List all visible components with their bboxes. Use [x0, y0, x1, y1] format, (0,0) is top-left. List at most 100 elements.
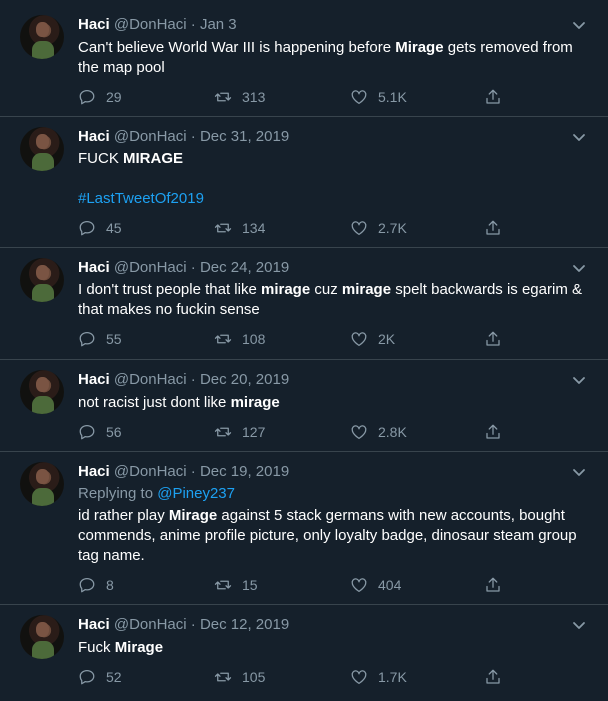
like-count: 1.7K — [378, 669, 407, 685]
tweet[interactable]: Haci @DonHaci · Jan 3 Can't believe Worl… — [0, 0, 608, 117]
like-button[interactable]: 5.1K — [350, 86, 407, 108]
chevron-down-icon[interactable] — [572, 373, 586, 387]
reply-icon — [79, 220, 95, 236]
avatar[interactable] — [20, 370, 64, 414]
reply-button[interactable]: 8 — [78, 574, 114, 596]
author-name[interactable]: Haci — [78, 259, 110, 276]
share-button[interactable] — [484, 421, 502, 443]
reply-count: 8 — [106, 577, 114, 593]
tweet[interactable]: Haci @DonHaci · Dec 31, 2019 FUCK MIRAGE… — [0, 117, 608, 248]
share-button[interactable] — [484, 86, 502, 108]
like-count: 404 — [378, 577, 402, 593]
avatar[interactable] — [20, 615, 64, 659]
tweet-feed: Haci @DonHaci · Jan 3 Can't believe Worl… — [0, 0, 608, 701]
avatar[interactable] — [20, 258, 64, 302]
retweet-count: 15 — [242, 577, 258, 593]
tweet-text: id rather play Mirage against 5 stack ge… — [78, 507, 577, 564]
like-button[interactable]: 2K — [350, 328, 395, 350]
like-count: 2K — [378, 331, 396, 347]
chevron-down-icon[interactable] — [572, 618, 586, 632]
author-name[interactable]: Haci — [78, 616, 110, 633]
chevron-down-icon[interactable] — [572, 18, 586, 32]
replying-to: Replying to @Piney237 — [78, 485, 235, 502]
like-button[interactable]: 1.7K — [350, 666, 407, 688]
author-handle-date[interactable]: @DonHaci · Dec 20, 2019 — [114, 371, 289, 388]
share-button[interactable] — [484, 666, 502, 688]
like-icon — [351, 332, 367, 347]
avatar[interactable] — [20, 15, 64, 59]
reply-count: 52 — [106, 669, 122, 685]
retweet-icon — [214, 92, 232, 102]
tweet[interactable]: Haci @DonHaci · Dec 19, 2019 Replying to… — [0, 452, 608, 605]
like-icon — [351, 425, 367, 440]
hashtag-link[interactable]: #LastTweetOf2019 — [78, 189, 204, 209]
like-button[interactable]: 2.8K — [350, 421, 407, 443]
share-button[interactable] — [484, 328, 502, 350]
like-icon — [351, 670, 367, 685]
author-handle-date[interactable]: @DonHaci · Dec 31, 2019 — [114, 128, 289, 145]
retweet-button[interactable]: 127 — [214, 421, 265, 443]
reply-button[interactable]: 45 — [78, 217, 122, 239]
tweet-actions: 56 127 2.8K — [78, 421, 508, 443]
share-icon — [486, 220, 500, 235]
author-name[interactable]: Haci — [78, 128, 110, 145]
tweet-text: I don't trust people that like mirage cu… — [78, 281, 582, 318]
share-icon — [486, 577, 500, 592]
tweet[interactable]: Haci @DonHaci · Dec 20, 2019 not racist … — [0, 360, 608, 452]
retweet-button[interactable]: 105 — [214, 666, 265, 688]
retweet-count: 127 — [242, 424, 266, 440]
retweet-count: 108 — [242, 331, 266, 347]
chevron-down-icon[interactable] — [572, 465, 586, 479]
reply-icon — [79, 331, 95, 347]
retweet-button[interactable]: 15 — [214, 574, 258, 596]
retweet-icon — [214, 580, 232, 590]
share-button[interactable] — [484, 217, 502, 239]
author-name[interactable]: Haci — [78, 463, 110, 480]
author-handle-date[interactable]: @DonHaci · Dec 19, 2019 — [114, 463, 289, 480]
share-button[interactable] — [484, 574, 502, 596]
retweet-icon — [214, 427, 232, 437]
reply-button[interactable]: 56 — [78, 421, 122, 443]
share-icon — [486, 331, 500, 346]
chevron-down-icon[interactable] — [572, 261, 586, 275]
reply-handle-link[interactable]: @Piney237 — [157, 485, 235, 502]
retweet-count: 313 — [242, 89, 266, 105]
retweet-button[interactable]: 134 — [214, 217, 265, 239]
reply-button[interactable]: 55 — [78, 328, 122, 350]
retweet-count: 134 — [242, 220, 266, 236]
tweet[interactable]: Haci @DonHaci · Dec 24, 2019 I don't tru… — [0, 248, 608, 360]
reply-button[interactable]: 52 — [78, 666, 122, 688]
retweet-icon — [214, 672, 232, 682]
like-icon — [351, 221, 367, 236]
like-count: 5.1K — [378, 89, 407, 105]
retweet-icon — [214, 223, 232, 233]
retweet-count: 105 — [242, 669, 266, 685]
retweet-button[interactable]: 313 — [214, 86, 265, 108]
author-handle-date[interactable]: @DonHaci · Jan 3 — [114, 16, 237, 33]
reply-icon — [79, 669, 95, 685]
tweet-actions: 52 105 1.7K — [78, 666, 508, 688]
tweet-actions: 29 313 5.1K — [78, 86, 508, 108]
avatar[interactable] — [20, 127, 64, 171]
author-handle-date[interactable]: @DonHaci · Dec 24, 2019 — [114, 259, 289, 276]
reply-count: 56 — [106, 424, 122, 440]
author-handle-date[interactable]: @DonHaci · Dec 12, 2019 — [114, 616, 289, 633]
reply-icon — [79, 424, 95, 440]
reply-button[interactable]: 29 — [78, 86, 122, 108]
like-button[interactable]: 404 — [350, 574, 401, 596]
chevron-down-icon[interactable] — [572, 130, 586, 144]
author-name[interactable]: Haci — [78, 16, 110, 33]
tweet-text: Fuck Mirage — [78, 639, 164, 656]
like-count: 2.8K — [378, 424, 407, 440]
tweet-actions: 8 15 404 — [78, 574, 508, 596]
author-name[interactable]: Haci — [78, 371, 110, 388]
avatar[interactable] — [20, 462, 64, 506]
tweet-text: not racist just dont like mirage — [78, 394, 280, 411]
reply-count: 29 — [106, 89, 122, 105]
tweet-actions: 55 108 2K — [78, 328, 508, 350]
retweet-button[interactable]: 108 — [214, 328, 265, 350]
tweet[interactable]: Haci @DonHaci · Dec 12, 2019 Fuck Mirage… — [0, 605, 608, 701]
share-icon — [486, 424, 500, 439]
reply-count: 45 — [106, 220, 122, 236]
like-button[interactable]: 2.7K — [350, 217, 407, 239]
